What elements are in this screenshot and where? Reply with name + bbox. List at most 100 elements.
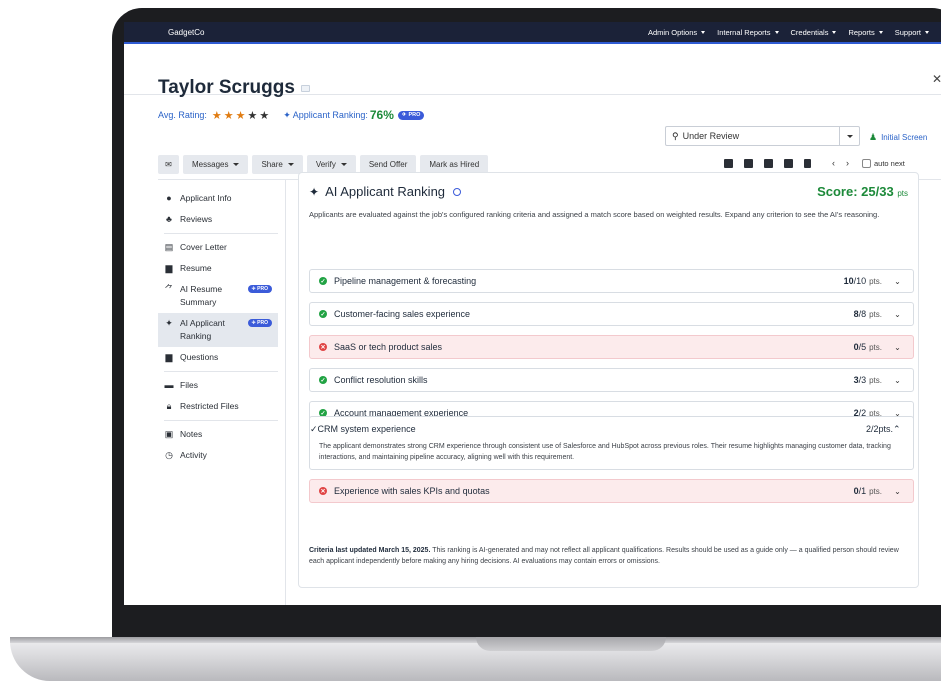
chevron-down-icon[interactable]: ⌄ [893,487,902,496]
nav-admin-options[interactable]: Admin Options [647,27,706,37]
sidebar-divider [164,420,278,421]
chevron-down-icon[interactable]: ⌄ [893,310,902,319]
sidebar-item-applicant-info[interactable]: ● Applicant Info [158,188,278,209]
sidebar-item-questions[interactable]: ▆ Questions [158,347,278,368]
criterion-row[interactable]: ✓ Customer-facing sales experience 8/8 pts.… [309,302,914,326]
chevron-down-icon [233,163,240,166]
score-unit: pts [897,189,908,198]
id-card-icon[interactable] [300,84,310,92]
print-icon[interactable] [764,158,773,168]
sidebar-item-resume[interactable]: ▆ Resume [158,258,278,279]
criterion-label: Customer-facing sales experience [334,309,471,319]
initial-screen-link[interactable]: ♟ Initial Screen [869,132,927,143]
folder-icon: ▬ [164,380,174,390]
chevron-down-icon[interactable]: ⌄ [893,277,902,286]
pro-label: PRO [257,320,268,326]
chevron-down-icon[interactable]: ⌄ [893,343,902,352]
auto-next-toggle[interactable]: auto next [862,158,905,168]
criterion-max: /10 [853,276,867,286]
sidebar-item-notes[interactable]: ▣ Notes [158,424,278,445]
criterion-row[interactable]: ✓ Conflict resolution skills 3/3 pts. ⌄ [309,368,914,392]
sidebar-item-activity[interactable]: ◷ Activity [158,445,278,466]
laptop-notch [476,637,666,651]
pro-badge: ✈ PRO [247,285,272,293]
nav-credentials[interactable]: Credentials [791,28,837,37]
x-circle-icon: ✕ [319,487,327,495]
briefcase-icon[interactable] [724,158,733,168]
ai-chart-icon: ⺈ [164,284,174,294]
messages-button[interactable]: Messages [183,155,249,174]
file-icon: ▆ [165,263,173,273]
nav-label: Reports [848,27,875,37]
sidebar-item-files[interactable]: ▬ Files [158,375,278,396]
star-rating[interactable]: ★ ★ ★ ★ ★ [210,109,269,122]
trash-icon[interactable] [804,158,811,168]
sidebar-item-label: Notes [180,429,203,439]
criterion-expanded[interactable]: ✓ CRM system experience 2/2 pts. ⌃ The applic… [309,416,914,470]
ranking-footnote: Criteria last updated March 15, 2025. Th… [309,545,914,567]
criterion-row[interactable]: ✕ SaaS or tech product sales 0/5 pts. ⌄ [309,335,914,359]
candidate-name: Taylor Scruggs [158,77,295,98]
info-icon[interactable] [453,187,462,196]
lock-icon: 🔒︎ [166,401,172,411]
auto-next-label: auto next [874,158,905,168]
ranking-label[interactable]: ✦ Applicant Ranking: [283,110,368,121]
criterion-unit: pts. [869,276,882,286]
criterion-max: /3 [858,375,867,385]
criterion-unit: pts. [869,486,882,496]
sidebar-item-label: AI Applicant Ranking [180,318,225,341]
nav-internal-reports[interactable]: Internal Reports [717,27,779,37]
criterion-row[interactable]: ✕ Experience with sales KPIs and quotas 0/… [309,479,914,503]
email-button[interactable]: ✉ [158,155,179,174]
footnote-date: Criteria last updated March 15, 2025. [309,547,431,554]
divider [285,179,286,605]
sidebar-item-cover-letter[interactable]: ▤ Cover Letter [158,237,278,258]
status-dropdown[interactable]: ⚲ Under Review [665,126,860,146]
brand-name[interactable]: GadgetCo [168,28,204,37]
criterion-label: CRM system experience [317,424,416,434]
sidebar-item-label: Files [180,380,198,390]
nav-reports[interactable]: Reports [848,27,883,37]
screen-bezel [112,605,941,640]
star-icon[interactable]: ★ [212,110,222,122]
copy-icon[interactable] [744,158,753,168]
chevron-down-icon[interactable]: ⌄ [893,376,902,385]
messages-label: Messages [192,160,229,169]
close-icon[interactable]: ✕ [932,72,941,86]
criterion-row[interactable]: ✓ Pipeline management & forecasting 10/10 p… [309,269,914,293]
nav-label: Admin Options [647,27,698,37]
pro-label: PRO [408,112,421,118]
file-icon: ▆ [165,352,173,362]
app-screen: GadgetCo Admin Options Internal Reports … [124,22,941,605]
checkbox[interactable] [862,158,871,168]
star-icon[interactable]: ★ [248,110,258,122]
chevron-down-icon [878,30,883,34]
criterion-label: Experience with sales KPIs and quotas [334,486,490,496]
archive-icon[interactable] [784,158,793,168]
next-icon[interactable]: › [846,158,849,168]
star-icon[interactable]: ★ [224,110,234,122]
criterion-label: Pipeline management & forecasting [334,276,477,286]
star-icon[interactable]: ★ [236,110,246,122]
sidebar-item-label: Reviews [180,214,213,224]
sidebar-item-label: Restricted Files [180,401,239,411]
nav-support[interactable]: Support [895,28,929,37]
card-description: Applicants are evaluated against the job… [309,210,880,219]
sidebar-item-label: AI Resume Summary [180,284,223,307]
sidebar-divider [164,371,278,372]
sidebar-item-ai-applicant-ranking[interactable]: ✦ AI Applicant Ranking ✈ PRO [158,313,278,347]
sidebar-item-restricted-files[interactable]: 🔒︎ Restricted Files [158,396,278,417]
nav-label: Internal Reports [717,27,771,37]
criterion-unit: pts. [869,375,882,385]
criterion-score: 10 [843,276,854,286]
previous-icon[interactable]: ‹ [832,158,835,168]
envelope-icon: ✉ [165,160,172,169]
sidebar-item-ai-resume-summary[interactable]: ⺈ AI Resume Summary ✈ PRO [158,279,278,313]
sidebar-item-label: Resume [180,263,212,273]
sidebar-item-reviews[interactable]: ♣ Reviews [158,209,278,230]
dropdown-toggle[interactable] [839,127,859,145]
ranking-value: 76% [369,108,394,122]
chevron-up-icon[interactable]: ⌃ [893,424,902,435]
share-button[interactable]: Share [252,155,303,174]
star-icon[interactable]: ★ [259,110,269,122]
